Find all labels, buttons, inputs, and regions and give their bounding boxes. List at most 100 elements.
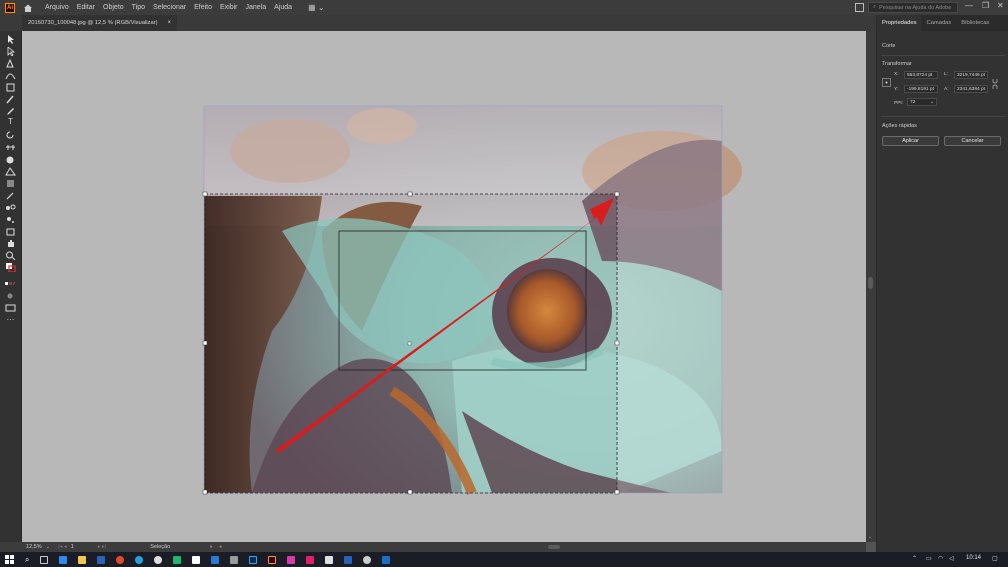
crop-handle-tr[interactable] [614,191,620,197]
search-icon[interactable]: ⌕ [25,555,29,565]
draw-mode-icon[interactable] [5,291,16,300]
crop-handle-tm[interactable] [407,191,413,197]
color-mode-icon[interactable] [5,279,16,288]
tray-overflow-icon[interactable]: ⌃ [912,555,917,562]
help-search-input[interactable]: ⌕ Pesquisar na Ajuda do Adobe [868,2,958,13]
xd-icon[interactable] [287,555,296,564]
vertical-scroll-thumb[interactable] [868,277,873,289]
zoom-dropdown-icon[interactable]: ⌄ [46,544,51,550]
clock[interactable]: 10:14 [966,555,981,561]
tab-bibliotecas[interactable]: Bibliotecas [956,15,994,31]
shape-builder-tool-icon[interactable] [5,155,16,164]
volume-icon[interactable]: ◁ [949,555,954,562]
menu-arquivo[interactable]: Arquivo [45,4,69,11]
edge-icon[interactable] [135,555,144,564]
horizontal-scroll-thumb[interactable] [548,545,560,549]
app-icon[interactable] [192,555,201,564]
status-menu-icon[interactable]: ▸ [210,544,213,550]
fill-stroke-swatch-icon[interactable] [5,263,16,272]
paintbrush-tool-icon[interactable] [5,95,16,104]
selection-tool-icon[interactable] [5,35,16,44]
word-icon[interactable] [97,555,106,564]
word-icon[interactable] [344,555,353,564]
tab-propriedades[interactable]: Propriedades [877,15,922,31]
more-tools-icon[interactable]: ··· [5,315,16,324]
crop-handle-br[interactable] [614,489,620,495]
maximize-button[interactable]: ❐ [982,1,989,10]
gradient-tool-icon[interactable] [5,179,16,188]
height-input[interactable]: 2341,6384 pt [954,85,988,93]
arrange-documents-icon[interactable] [855,3,864,12]
screen-mode-icon[interactable] [5,303,16,312]
indesign-icon[interactable] [306,555,315,564]
width-tool-icon[interactable] [5,143,16,152]
crop-handle-bl[interactable] [202,489,208,495]
crop-handle-mr[interactable] [614,340,620,346]
type-tool-icon[interactable]: T [5,117,16,126]
network-icon[interactable]: ◠ [938,555,943,562]
document-tab[interactable]: 20160730_100048.jpg @ 12,5 % (RGB/Visual… [22,15,178,31]
zoom-level[interactable]: 12,5% [26,544,42,550]
opera-icon[interactable] [116,555,125,564]
status-back-icon[interactable]: ◂ [219,544,222,550]
canvas-area[interactable] [22,31,866,542]
windows-start-icon[interactable] [5,555,14,564]
artboard-tool-icon[interactable] [5,227,16,236]
rotate-tool-icon[interactable] [5,131,16,140]
file-explorer-icon[interactable] [78,555,87,564]
menu-editar[interactable]: Editar [77,4,95,11]
pen-tool-icon[interactable] [5,59,16,68]
vertical-scrollbar[interactable]: ⌄ [866,31,876,542]
eyedropper-tool-icon[interactable] [5,191,16,200]
home-icon[interactable] [23,3,33,13]
close-tab-icon[interactable]: × [168,20,172,26]
reference-point-icon[interactable] [882,78,891,87]
y-position-input[interactable]: -199,8191 pt [904,85,938,93]
close-window-button[interactable]: ✕ [997,1,1004,10]
artwork[interactable] [22,31,866,542]
symbol-sprayer-tool-icon[interactable] [5,215,16,224]
menu-selecionar[interactable]: Selecionar [153,4,186,11]
menu-ajuda[interactable]: Ajuda [274,4,292,11]
menu-janela[interactable]: Janela [246,4,267,11]
menu-tipo[interactable]: Tipo [132,4,145,11]
rectangle-tool-icon[interactable] [5,83,16,92]
vscode-icon[interactable] [211,555,220,564]
notifications-icon[interactable]: ▢ [992,555,998,562]
app-icon[interactable] [173,555,182,564]
curvature-tool-icon[interactable] [5,71,16,80]
blend-tool-icon[interactable] [5,203,16,212]
ppi-select[interactable]: 72 ⌄ [907,98,937,106]
x-position-input[interactable]: 553,8724 pt [904,71,938,79]
width-input[interactable]: 3219,7446 pt [954,71,988,79]
minimize-button[interactable]: — [965,1,973,10]
first-artboard-icon[interactable]: |◂ ◂ [58,544,66,550]
artboard-number[interactable]: 1 [71,544,74,550]
next-artboard-icon[interactable]: ▸ ▸| [98,544,106,550]
steam-icon[interactable] [382,555,391,564]
battery-icon[interactable]: ▭ [926,555,932,562]
pencil-tool-icon[interactable] [5,107,16,116]
tab-camadas[interactable]: Camadas [921,15,956,31]
app-icon[interactable] [59,555,68,564]
perspective-grid-tool-icon[interactable] [5,167,16,176]
app-icon[interactable] [363,555,372,564]
zoom-tool-icon[interactable] [5,251,16,260]
direct-selection-tool-icon[interactable] [5,47,16,56]
app-icon[interactable] [325,555,334,564]
menu-exibir[interactable]: Exibir [220,4,238,11]
photoshop-icon[interactable] [249,555,258,564]
crop-handle-bm[interactable] [407,489,413,495]
chrome-icon[interactable] [154,555,163,564]
menu-efeito[interactable]: Efeito [194,4,212,11]
illustrator-taskbar-icon[interactable] [268,555,277,564]
constrain-proportions-icon[interactable] [992,79,998,89]
menu-objeto[interactable]: Objeto [103,4,124,11]
task-view-icon[interactable] [40,555,49,564]
hand-tool-icon[interactable] [5,239,16,248]
cancel-button[interactable]: Cancelar [944,136,1001,146]
crop-handle-ml[interactable] [202,340,208,346]
crop-center-point[interactable] [407,341,412,346]
app-icon[interactable] [230,555,239,564]
apply-button[interactable]: Aplicar [882,136,939,146]
